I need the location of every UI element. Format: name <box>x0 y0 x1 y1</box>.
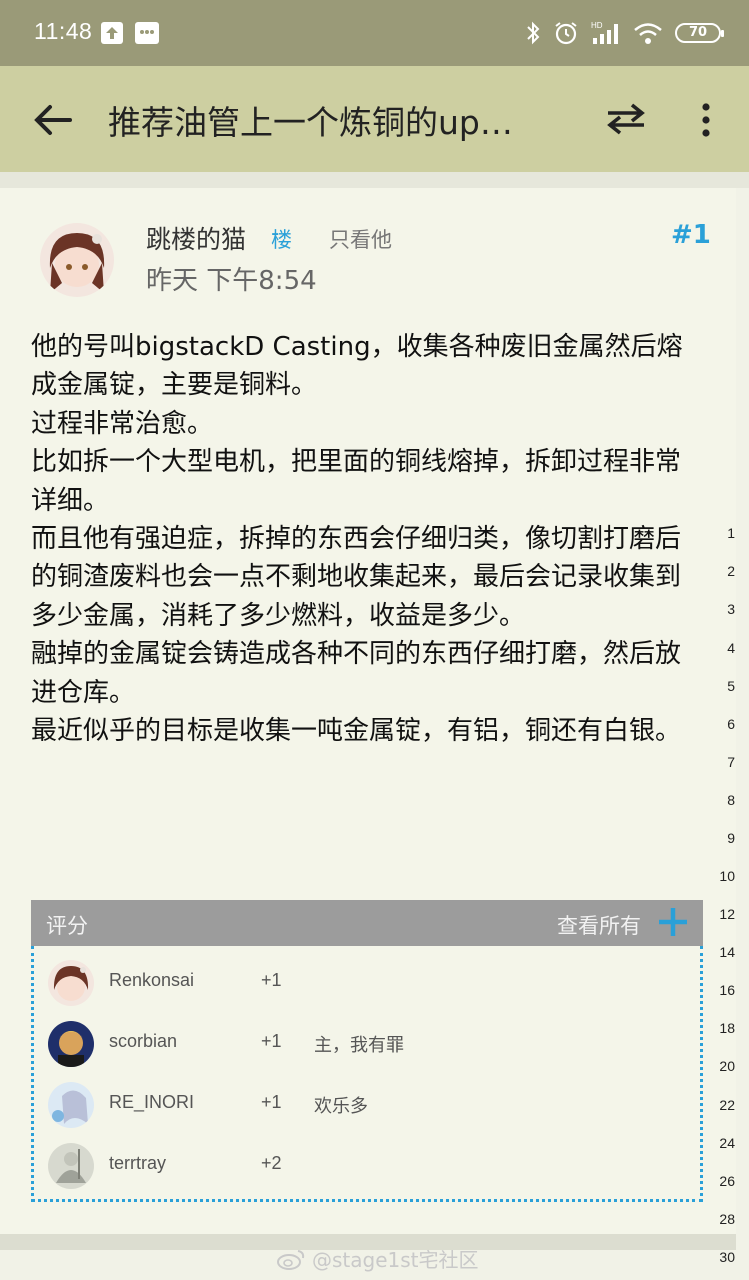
page-title: 推荐油管上一个炼铜的up… <box>108 103 513 142</box>
battery-icon: 70 <box>675 23 724 43</box>
plus-icon[interactable] <box>657 904 689 940</box>
weibo-logo-icon <box>277 1249 305 1270</box>
content-paragraph: 最近似乎的目标是收集一吨金属锭，有铝，铜还有白银。 <box>31 716 682 747</box>
app-bar: 推荐油管上一个炼铜的up… <box>0 66 749 172</box>
rating-list: Renkonsai +1 scorbian +1 主，我有罪 RE_INORI … <box>31 946 703 1202</box>
line-number: 30 <box>719 1249 735 1265</box>
line-number: 12 <box>719 906 735 922</box>
rater-avatar[interactable] <box>48 1143 94 1189</box>
rater-avatar[interactable] <box>48 1021 94 1067</box>
line-number: 8 <box>727 792 735 808</box>
post-time: 昨天 下午8:54 <box>146 266 317 296</box>
watermark: @stage1st宅社区 <box>276 1244 479 1273</box>
view-all-ratings-button[interactable]: 查看所有 <box>557 910 641 940</box>
rating-score: +2 <box>261 1153 282 1173</box>
rating-score: +1 <box>261 1031 282 1051</box>
swap-icon[interactable] <box>604 102 648 136</box>
line-number: 1 <box>727 525 735 541</box>
rater-name[interactable]: RE_INORI <box>109 1092 194 1113</box>
line-number: 9 <box>727 830 735 846</box>
post-content: 他的号叫bigstackD Casting，收集各种废旧金属然后熔成金属锭，主要… <box>31 328 701 750</box>
line-number: 6 <box>727 716 735 732</box>
line-number: 22 <box>719 1097 735 1113</box>
rating-row: RE_INORI +1 欢乐多 <box>34 1078 694 1134</box>
line-number: 26 <box>719 1173 735 1189</box>
line-number: 2 <box>727 563 735 579</box>
post-card: 跳楼的猫 楼 只看他 #1 昨天 下午8:54 他的号叫bigstackD Ca… <box>0 188 736 1234</box>
rating-reason: 欢乐多 <box>314 1096 368 1117</box>
bluetooth-icon <box>527 21 540 45</box>
line-number: 28 <box>719 1211 735 1227</box>
rating-row: terrtray +2 <box>34 1139 694 1195</box>
line-number: 18 <box>719 1020 735 1036</box>
divider <box>0 172 749 188</box>
message-icon <box>135 22 159 44</box>
rater-name[interactable]: Renkonsai <box>109 970 194 991</box>
rating-title: 评分 <box>46 914 88 938</box>
line-number: 24 <box>719 1135 735 1151</box>
back-arrow-icon[interactable] <box>30 100 76 140</box>
watermark-text: @stage1st宅社区 <box>312 1248 479 1272</box>
line-number: 10 <box>719 868 735 884</box>
wifi-icon <box>634 23 662 44</box>
line-number: 20 <box>719 1058 735 1074</box>
line-number: 3 <box>727 601 735 617</box>
rater-name[interactable]: terrtray <box>109 1153 166 1174</box>
author-name[interactable]: 跳楼的猫 <box>146 220 246 256</box>
line-number: 7 <box>727 754 735 770</box>
status-icons: HD 70 <box>525 16 724 50</box>
rating-row: Renkonsai +1 <box>34 956 694 1012</box>
status-time: 11:48 <box>34 18 93 44</box>
more-vertical-icon[interactable] <box>692 102 720 138</box>
floor-tag: 楼 <box>271 228 292 252</box>
rating-score: +1 <box>261 1092 282 1112</box>
upload-icon <box>101 22 123 44</box>
alarm-icon <box>555 22 577 45</box>
rater-avatar[interactable] <box>48 960 94 1006</box>
line-number: 5 <box>727 678 735 694</box>
content-paragraph: 他的号叫bigstackD Casting，收集各种废旧金属然后熔成金属锭，主要… <box>31 332 683 401</box>
rating-score: +1 <box>261 970 282 990</box>
content-paragraph: 过程非常治愈。 <box>31 408 214 439</box>
author-avatar[interactable] <box>40 223 114 297</box>
line-number: 16 <box>719 982 735 998</box>
rating-header: 评分 查看所有 <box>31 900 703 946</box>
rating-row: scorbian +1 主，我有罪 <box>34 1017 694 1073</box>
rater-avatar[interactable] <box>48 1082 94 1128</box>
only-him-button[interactable]: 只看他 <box>329 224 392 254</box>
content-paragraph: 比如拆一个大型电机，把里面的铜线熔掉，拆卸过程非常详细。 <box>31 447 682 516</box>
line-number: 14 <box>719 944 735 960</box>
hd-signal-icon: HD <box>591 21 618 44</box>
content-paragraph: 融掉的金属锭会铸造成各种不同的东西仔细打磨，然后放进仓库。 <box>31 639 682 708</box>
svg-text:HD: HD <box>591 21 603 30</box>
content-paragraph: 而且他有强迫症，拆掉的东西会仔细归类，像切割打磨后的铜渣废料也会一点不剩地收集起… <box>31 524 682 631</box>
post-number: #1 <box>671 220 711 250</box>
status-bar: 11:48 HD 70 <box>0 0 749 66</box>
line-number: 4 <box>727 640 735 656</box>
rater-name[interactable]: scorbian <box>109 1031 177 1052</box>
rating-reason: 主，我有罪 <box>314 1035 404 1056</box>
